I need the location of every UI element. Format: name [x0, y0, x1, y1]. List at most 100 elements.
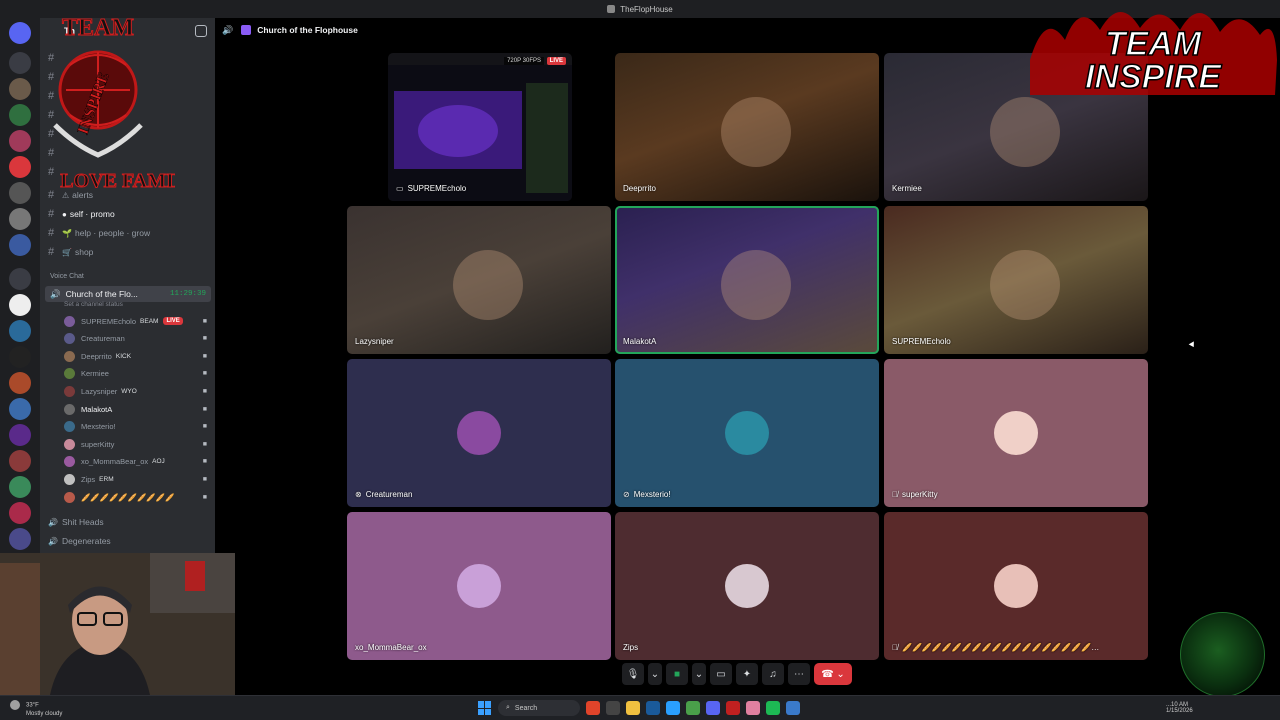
camera-icon: ■ [202, 493, 207, 501]
server-icon[interactable] [9, 130, 31, 152]
voice-member[interactable]: MalakotA ■ [64, 402, 209, 416]
discord-app-icon [607, 5, 616, 13]
channel-status[interactable]: Set a channel status [64, 301, 123, 308]
soundboard-button[interactable]: ♫ [762, 663, 784, 685]
avatar [64, 438, 75, 450]
member-name: xo_MommaBear_ox [81, 457, 149, 467]
member-name: 🥖🥖🥖🥖🥖🥖🥖🥖🥖🥖 [81, 492, 175, 502]
microphone-button[interactable]: 🎙 [622, 663, 644, 685]
server-icon[interactable] [9, 104, 31, 126]
voice-member[interactable]: 🥖🥖🥖🥖🥖🥖🥖🥖🥖🥖 ■ [64, 490, 209, 504]
camera-icon: ■ [202, 387, 207, 395]
more-options-button[interactable]: ⋯ [788, 663, 810, 685]
xbox-icon: ⊗ [355, 490, 362, 499]
active-voice-channel[interactable]: 🔊 Church of the Flo... 11:29:39 [45, 286, 211, 302]
server-icon[interactable] [9, 234, 31, 256]
voice-member[interactable]: Lazysniper WYO ■ [64, 384, 209, 398]
weather-widget[interactable]: 33°F Mostly cloudy [10, 700, 62, 718]
voice-member[interactable]: Creatureman ■ [64, 332, 209, 346]
stage-icon [241, 25, 252, 35]
spotify-icon[interactable] [766, 701, 780, 715]
avatar [64, 385, 75, 397]
taskbar-search[interactable]: ⌕ Search [498, 700, 580, 716]
server-icon[interactable] [9, 476, 31, 498]
security-icon[interactable] [786, 701, 800, 715]
voice-member[interactable]: xo_MommaBear_ox AOJ ■ [64, 455, 209, 469]
member-name: superKitty [81, 439, 115, 449]
participant-tile[interactable]: Deeprrito [615, 53, 879, 201]
video-feed [452, 250, 523, 321]
channel-name: Shit Heads [62, 517, 104, 527]
participant-tile[interactable]: 🎙̸ superKitty [884, 359, 1148, 507]
chevron-down-icon[interactable]: ⌄ [648, 663, 662, 685]
video-feed [989, 97, 1060, 168]
server-icon[interactable] [9, 450, 31, 472]
task-view-icon[interactable] [606, 701, 620, 715]
participant-tile[interactable]: MalakotA [615, 206, 879, 354]
voice-member[interactable]: Mexsterio! ■ [64, 420, 209, 434]
server-folder-icon[interactable] [9, 268, 31, 290]
server-icon[interactable] [9, 502, 31, 524]
server-folder-icon[interactable] [9, 52, 31, 74]
file-explorer-icon[interactable] [626, 701, 640, 715]
channel-item[interactable]: # 🛒 shop [48, 244, 93, 260]
steam-icon[interactable] [646, 701, 660, 715]
chrome-icon[interactable] [686, 701, 700, 715]
app-icon[interactable] [586, 701, 600, 715]
participant-tile[interactable]: ⊗ Creatureman [347, 359, 611, 507]
server-icon[interactable] [9, 208, 31, 230]
avatar [994, 564, 1038, 608]
voice-member[interactable]: Zips ERM ■ [64, 472, 209, 486]
camera-button[interactable]: ■ [666, 663, 688, 685]
cloud-icon [10, 700, 20, 710]
server-icon[interactable] [9, 320, 31, 342]
server-icon[interactable] [9, 156, 31, 178]
participant-tile[interactable]: xo_MommaBear_ox [347, 512, 611, 660]
server-icon[interactable] [9, 294, 31, 316]
participant-tile[interactable]: ⊘ Mexsterio! [615, 359, 879, 507]
voice-member[interactable]: superKitty ■ [64, 437, 209, 451]
screenshare-tile[interactable]: 720P 30FPS LIVE ▭ SUPREMEcholo [388, 53, 572, 201]
server-icon[interactable] [9, 78, 31, 100]
channel-emoji-icon: ● [62, 209, 67, 219]
app-icon[interactable] [726, 701, 740, 715]
participant-tile[interactable]: Zips [615, 512, 879, 660]
voice-member[interactable]: Kermiee ■ [64, 367, 209, 381]
camera-icon: ■ [202, 352, 207, 360]
voice-member[interactable]: Deeprrito KICK ■ [64, 349, 209, 363]
participant-tile[interactable]: Lazysniper [347, 206, 611, 354]
voice-channel-item[interactable]: 🔊 Degenerates [48, 533, 111, 549]
server-icon[interactable] [9, 346, 31, 368]
edge-icon[interactable] [666, 701, 680, 715]
voice-member[interactable]: SUPREMEcholo BEAM LIVE ■ [64, 314, 209, 328]
stage-header: 🔊 Church of the Flophouse [222, 22, 358, 38]
svg-text:INSPIRE: INSPIRE [1085, 58, 1222, 96]
chevron-down-icon[interactable]: ⌄ [692, 663, 706, 685]
direct-messages-icon[interactable] [9, 22, 31, 44]
server-icon[interactable] [9, 398, 31, 420]
voice-category-label[interactable]: Voice Chat [50, 273, 84, 280]
channel-item[interactable]: # 🌱 help · people · grow [48, 225, 150, 241]
logo-text: TEAM [62, 15, 134, 41]
server-icon[interactable] [9, 424, 31, 446]
participant-tile[interactable]: SUPREMEcholo [884, 206, 1148, 354]
server-icon[interactable] [9, 372, 31, 394]
participant-tile[interactable]: 🎙̸ 🥖🥖🥖🥖🥖🥖🥖🥖🥖🥖🥖🥖🥖🥖🥖🥖🥖🥖🥖… [884, 512, 1148, 660]
system-clock[interactable]: ...10 AM 1/15/2026 [1166, 702, 1193, 714]
channel-item[interactable]: # ● self · promo [48, 206, 115, 222]
discord-icon[interactable] [706, 701, 720, 715]
server-icon[interactable] [9, 182, 31, 204]
activities-button[interactable]: ✦ [736, 663, 758, 685]
windows-start-icon[interactable] [478, 701, 492, 715]
add-member-icon[interactable] [195, 25, 207, 37]
hash-icon: # [48, 246, 55, 258]
app-icon[interactable] [746, 701, 760, 715]
video-feed [720, 250, 791, 321]
speaker-icon: 🔊 [50, 288, 61, 299]
stream-quality-badge: 720P 30FPS [504, 57, 544, 65]
server-icon[interactable] [9, 528, 31, 550]
voice-channel-item[interactable]: 🔊 Shit Heads [48, 514, 104, 530]
avatar [64, 491, 75, 503]
screen-share-button[interactable]: ▭ [710, 663, 732, 685]
disconnect-button[interactable]: ☎ ⌄ [814, 663, 852, 685]
